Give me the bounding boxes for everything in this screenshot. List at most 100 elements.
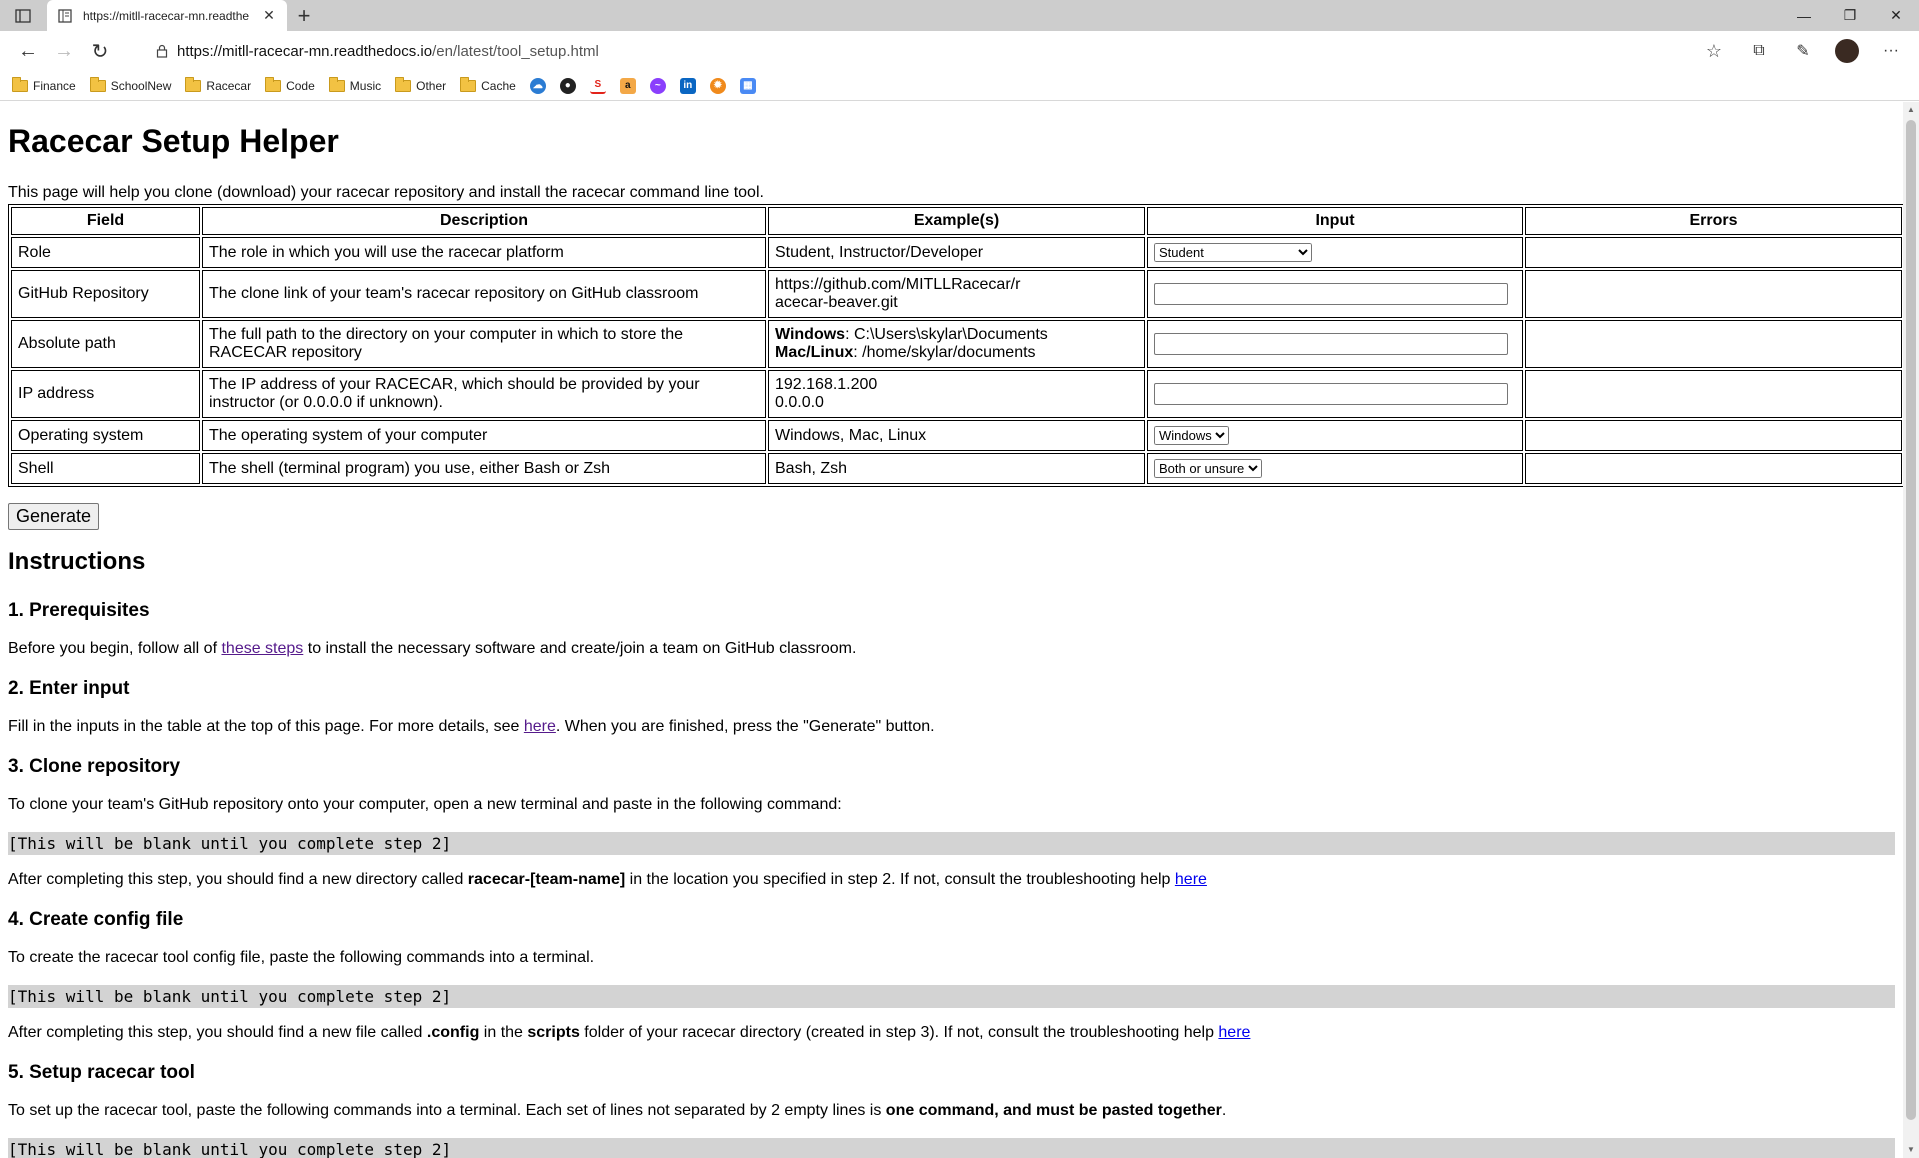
- scroll-up-icon[interactable]: ▲: [1905, 104, 1917, 116]
- page-viewport: Racecar Setup Helper This page will help…: [0, 102, 1919, 1158]
- close-tab-icon[interactable]: ✕: [261, 7, 277, 24]
- bookmarks-bar: Finance SchoolNew Racecar Code Music Oth…: [0, 71, 1919, 101]
- operating-system-select[interactable]: Windows: [1154, 426, 1229, 445]
- example-cell: Student, Instructor/Developer: [768, 237, 1145, 268]
- example-cell: Bash, Zsh: [768, 453, 1145, 484]
- forward-icon[interactable]: →: [46, 33, 82, 69]
- lock-icon[interactable]: [147, 44, 177, 58]
- folder-icon: [460, 76, 477, 92]
- field-cell: Shell: [11, 453, 200, 484]
- table-row-shell: Shell The shell (terminal program) you u…: [11, 453, 1902, 484]
- input-cell: Both or unsure: [1147, 453, 1523, 484]
- input-cell: [1147, 320, 1523, 368]
- reading-icon[interactable]: ✎: [1785, 35, 1821, 67]
- address-bar[interactable]: https://mitll-racecar-mn.readthedocs.io/…: [143, 36, 1729, 66]
- linkedin-icon[interactable]: in: [679, 77, 696, 94]
- step5-text: To set up the racecar tool, paste the fo…: [8, 1102, 1227, 1119]
- amazon-icon[interactable]: a: [619, 77, 636, 94]
- absolute-path-input[interactable]: [1154, 333, 1508, 355]
- step5-heading: 5. Setup racecar tool: [8, 1062, 195, 1083]
- intro-text: This page will help you clone (download)…: [8, 184, 764, 201]
- bookmark-cache[interactable]: Cache: [460, 76, 516, 93]
- column-header: Description: [202, 207, 766, 235]
- errors-cell: [1525, 453, 1902, 484]
- setup-table: Field Description Example(s) Input Error…: [8, 204, 1905, 487]
- active-tab[interactable]: https://mitll-racecar-mn.readthe ✕: [47, 0, 287, 31]
- bookmark-finance[interactable]: Finance: [12, 76, 76, 93]
- step3-text: To clone your team's GitHub repository o…: [8, 796, 842, 813]
- column-header: Example(s): [768, 207, 1145, 235]
- details-here-link[interactable]: here: [524, 718, 556, 735]
- calendar-icon[interactable]: ▦: [739, 77, 756, 94]
- description-cell: The role in which you will use the racec…: [202, 237, 766, 268]
- config-command-block[interactable]: [This will be blank until you complete s…: [8, 985, 1895, 1008]
- folder-icon: [12, 76, 28, 92]
- column-header: Input: [1147, 207, 1523, 235]
- onedrive-icon[interactable]: ☁: [529, 77, 546, 94]
- example-cell: https://github.com/MITLLRacecar/racecar-…: [768, 270, 1145, 318]
- step4-heading: 4. Create config file: [8, 909, 184, 930]
- back-icon[interactable]: ←: [10, 33, 46, 69]
- description-cell: The operating system of your computer: [202, 420, 766, 451]
- column-header: Errors: [1525, 207, 1902, 235]
- profile-avatar[interactable]: [1835, 39, 1859, 63]
- role-select[interactable]: Student: [1154, 243, 1312, 262]
- clone-command-block[interactable]: [This will be blank until you complete s…: [8, 832, 1895, 855]
- github-repository-input[interactable]: [1154, 283, 1508, 305]
- table-row-role: Role The role in which you will use the …: [11, 237, 1902, 268]
- bookmark-other[interactable]: Other: [395, 76, 446, 93]
- troubleshooting-link[interactable]: here: [1218, 1024, 1250, 1041]
- tab-title: https://mitll-racecar-mn.readthe: [83, 8, 250, 23]
- sunburst-icon[interactable]: ✹: [709, 77, 726, 94]
- address-bar-row: ← → ↻ https://mitll-racecar-mn.readthedo…: [0, 31, 1919, 71]
- favorite-star-icon[interactable]: ☆: [1699, 41, 1729, 62]
- input-cell: [1147, 270, 1523, 318]
- window-controls: — ❐ ✕: [1781, 0, 1919, 31]
- generate-button[interactable]: Generate: [8, 503, 100, 530]
- page-favicon-icon: [57, 8, 73, 24]
- field-cell: Role: [11, 237, 200, 268]
- github-icon[interactable]: ●: [559, 77, 576, 94]
- messenger-icon[interactable]: ~: [649, 77, 666, 94]
- stackoverflow-icon[interactable]: S: [589, 77, 606, 94]
- scroll-down-icon[interactable]: ▼: [1905, 1144, 1917, 1156]
- scrollbar-thumb[interactable]: [1906, 120, 1916, 1120]
- folder-icon: [185, 76, 202, 92]
- instructions-heading: Instructions: [8, 548, 146, 575]
- shell-select[interactable]: Both or unsure: [1154, 459, 1262, 478]
- vertical-scrollbar[interactable]: ▲ ▼: [1903, 102, 1919, 1158]
- errors-cell: [1525, 237, 1902, 268]
- tab-actions-icon[interactable]: [10, 7, 36, 25]
- minimize-icon[interactable]: —: [1781, 0, 1827, 31]
- these-steps-link[interactable]: these steps: [221, 640, 303, 657]
- field-cell: Absolute path: [11, 320, 200, 368]
- step3-heading: 3. Clone repository: [8, 756, 181, 777]
- restore-icon[interactable]: ❐: [1827, 0, 1873, 31]
- bookmark-music[interactable]: Music: [328, 76, 381, 93]
- new-tab-icon[interactable]: +: [292, 3, 316, 29]
- bookmark-schoolnew[interactable]: SchoolNew: [89, 76, 171, 93]
- folder-icon: [328, 76, 345, 92]
- refresh-icon[interactable]: ↻: [82, 33, 118, 69]
- collections-icon[interactable]: ⧉: [1741, 35, 1777, 67]
- field-cell: Operating system: [11, 420, 200, 451]
- setup-command-block[interactable]: [This will be blank until you complete s…: [8, 1138, 1895, 1158]
- column-header: Field: [11, 207, 200, 235]
- bookmark-racecar[interactable]: Racecar: [185, 76, 251, 93]
- step4-text: To create the racecar tool config file, …: [8, 949, 595, 966]
- url-text[interactable]: https://mitll-racecar-mn.readthedocs.io/…: [177, 43, 1699, 60]
- field-cell: IP address: [11, 370, 200, 418]
- step2-heading: 2. Enter input: [8, 678, 130, 699]
- input-cell: Windows: [1147, 420, 1523, 451]
- step2-text: Fill in the inputs in the table at the t…: [8, 718, 935, 735]
- table-row-github-repository: GitHub Repository The clone link of your…: [11, 270, 1902, 318]
- folder-icon: [395, 76, 412, 92]
- step4-after-text: After completing this step, you should f…: [8, 1024, 1251, 1041]
- more-menu-icon[interactable]: ···: [1873, 35, 1909, 67]
- close-window-icon[interactable]: ✕: [1873, 0, 1919, 31]
- troubleshooting-link[interactable]: here: [1175, 871, 1207, 888]
- folder-icon: [265, 76, 282, 92]
- bookmark-code[interactable]: Code: [265, 76, 315, 93]
- ip-address-input[interactable]: [1154, 383, 1508, 405]
- table-row-ip-address: IP address The IP address of your RACECA…: [11, 370, 1902, 418]
